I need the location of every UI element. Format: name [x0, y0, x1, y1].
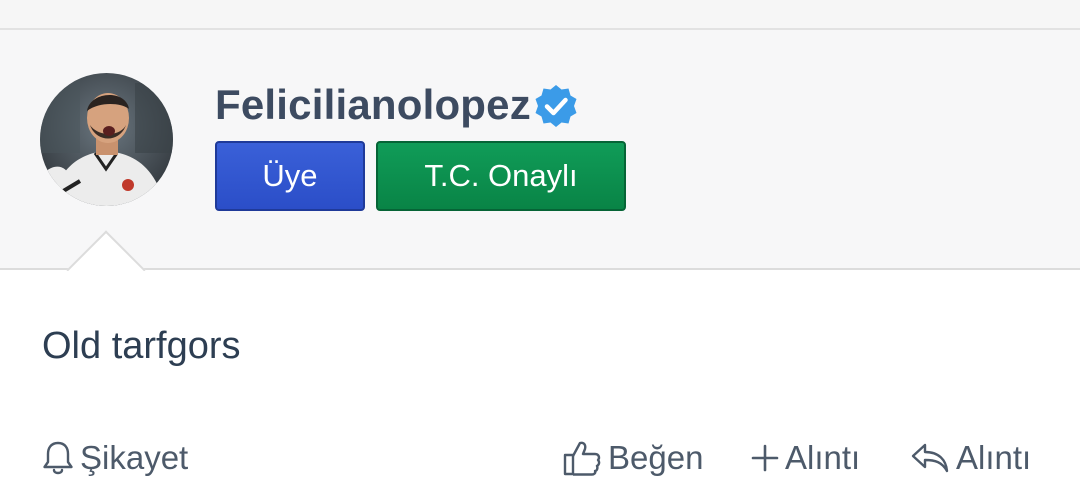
report-label: Şikayet: [80, 439, 189, 476]
quote-button[interactable]: Alıntı: [751, 432, 860, 484]
reply-icon: [911, 443, 949, 473]
reply-button[interactable]: Alıntı: [910, 432, 1031, 484]
reply-label: Alıntı: [956, 439, 1032, 476]
bell-icon: [43, 441, 73, 475]
top-strip: [0, 0, 1080, 30]
avatar[interactable]: [40, 73, 173, 206]
post-text: Old tarfgors: [42, 325, 241, 367]
thumbs-up-icon: [563, 441, 601, 476]
like-button[interactable]: Beğen: [562, 432, 703, 484]
username[interactable]: Felicilianolopez: [215, 80, 531, 130]
quote-label: Alıntı: [785, 439, 861, 476]
verified-badge-icon: [535, 85, 577, 127]
plus-icon: [751, 444, 779, 472]
like-label: Beğen: [608, 439, 704, 476]
header-pointer: [66, 229, 148, 271]
member-badge: Üye: [215, 141, 365, 211]
tc-verified-badge: T.C. Onaylı: [376, 141, 626, 211]
report-button[interactable]: Şikayet: [42, 432, 188, 484]
